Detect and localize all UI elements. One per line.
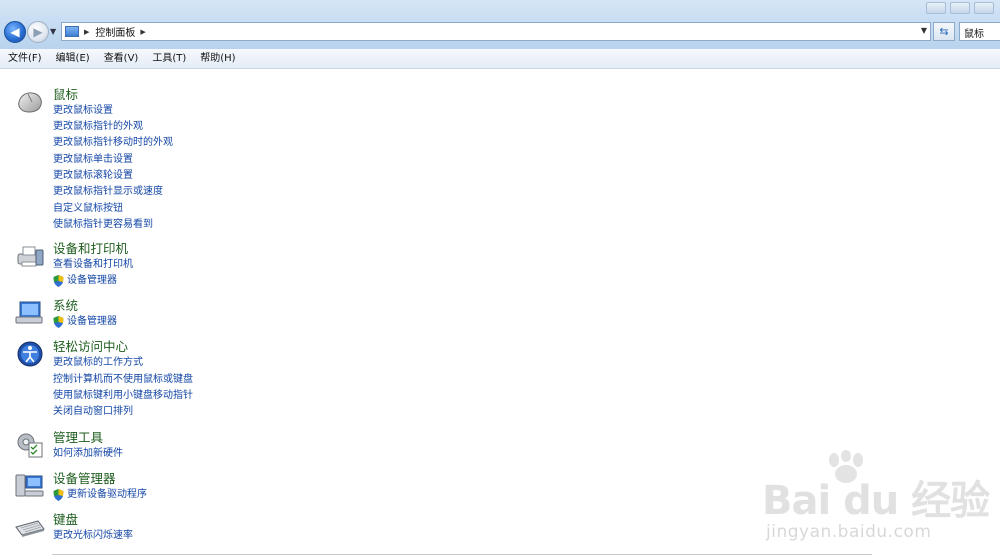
control-panel-icon [65,26,79,37]
window-controls [926,2,994,14]
divider [52,554,872,555]
back-arrow-icon: ◀ [10,25,20,39]
task-link[interactable]: 使用鼠标键利用小键盘移动指针 [53,389,193,402]
address-dropdown-icon[interactable]: ▼ [921,26,927,35]
forward-button[interactable]: ▶ [27,21,49,43]
group-title[interactable]: 键盘 [53,512,78,527]
group-title[interactable]: 设备管理器 [53,471,116,486]
task-link-shield[interactable]: 更新设备驱动程序 [53,488,147,501]
menu-view[interactable]: 查看(V) [97,49,146,68]
breadcrumb-chevron-icon[interactable]: ▶ [140,28,145,36]
task-link[interactable]: 更改鼠标指针移动时的外观 [53,136,173,149]
watermark-logo: Bai du 经验 [762,478,990,524]
system-icon [15,301,43,324]
task-link[interactable]: 关闭自动窗口排列 [53,405,133,418]
task-label: 设备管理器 [67,316,117,327]
group-title[interactable]: 轻松访问中心 [53,339,128,354]
breadcrumb-control-panel[interactable]: 控制面板 [95,24,135,39]
window-titlebar: ◀ ▶ ▼ ▶ 控制面板 ▶ ▼ ⇆ 鼠标 [0,0,1000,50]
task-link[interactable]: 更改鼠标指针的外观 [53,120,143,133]
task-link[interactable]: 更改鼠标滚轮设置 [53,169,133,182]
uac-shield-icon [53,316,64,328]
maximize-button[interactable] [950,2,970,14]
task-link[interactable]: 如何添加新硬件 [53,447,123,460]
back-button[interactable]: ◀ [4,21,26,43]
task-link[interactable]: 查看设备和打印机 [53,258,133,271]
menu-tools[interactable]: 工具(T) [145,49,193,68]
task-link[interactable]: 使鼠标指针更容易看到 [53,218,153,231]
group-title[interactable]: 设备和打印机 [53,241,128,256]
history-dropdown-icon[interactable]: ▼ [50,27,56,36]
task-link-shield[interactable]: 设备管理器 [53,315,117,328]
printer-icon [17,246,44,267]
close-button[interactable] [974,2,994,14]
task-link[interactable]: 更改鼠标单击设置 [53,153,133,166]
breadcrumb-chevron-icon[interactable]: ▶ [84,28,89,36]
uac-shield-icon [53,275,64,287]
task-link[interactable]: 自定义鼠标按钮 [53,202,123,215]
uac-shield-icon [53,489,64,501]
forward-arrow-icon: ▶ [33,25,43,39]
task-link[interactable]: 控制计算机而不使用鼠标或键盘 [53,373,193,386]
minimize-button[interactable] [926,2,946,14]
keyboard-icon [15,520,45,537]
device-manager-icon [15,474,44,497]
task-label: 更新设备驱动程序 [67,489,147,500]
watermark-url: jingyan.baidu.com [766,522,932,542]
address-bar[interactable]: ▶ 控制面板 ▶ ▼ [61,22,931,41]
ease-of-access-icon [17,341,43,367]
menu-bar: 文件(F) 编辑(E) 查看(V) 工具(T) 帮助(H) [0,49,1000,69]
menu-edit[interactable]: 编辑(E) [49,49,97,68]
search-input[interactable]: 鼠标 [959,22,1000,41]
refresh-button[interactable]: ⇆ [933,22,955,41]
task-link[interactable]: 更改鼠标设置 [53,104,113,117]
task-link-shield[interactable]: 设备管理器 [53,274,117,287]
group-title[interactable]: 管理工具 [53,430,103,445]
refresh-icon: ⇆ [939,25,949,38]
menu-file[interactable]: 文件(F) [0,49,49,68]
task-link[interactable]: 更改光标闪烁速率 [53,529,133,542]
task-label: 设备管理器 [67,275,117,286]
group-title[interactable]: 鼠标 [53,87,78,102]
task-link[interactable]: 更改鼠标指针显示或速度 [53,185,163,198]
mouse-icon [18,92,42,113]
group-title[interactable]: 系统 [53,298,78,313]
menu-help[interactable]: 帮助(H) [193,49,242,68]
baidu-jingyan-watermark: Bai du 经验 jingyan.baidu.com [762,450,992,550]
task-link[interactable]: 更改鼠标的工作方式 [53,356,143,369]
admin-tools-icon [17,433,43,458]
